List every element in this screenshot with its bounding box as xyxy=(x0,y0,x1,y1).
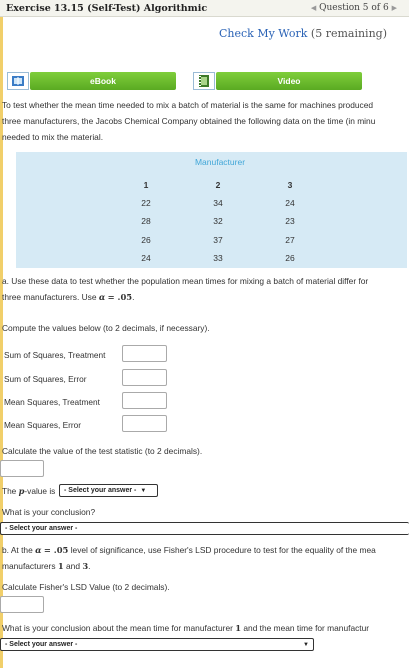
chevron-down-icon: ▼ xyxy=(140,487,147,494)
alpha-value: = .05 xyxy=(107,292,133,302)
alpha-symbol: α xyxy=(35,545,42,555)
table-header: 3 xyxy=(287,180,293,190)
pvalue-select-value: - Select your answer - xyxy=(64,487,137,494)
question-nav: ◀ Question 5 of 6 ▶ xyxy=(311,3,397,13)
ms-treatment-input[interactable] xyxy=(122,392,167,409)
part-a-period: . xyxy=(132,292,135,302)
pvalue-select[interactable]: - Select your answer - ▼ xyxy=(59,484,158,497)
compute-instructions: Compute the values below (to 2 decimals,… xyxy=(2,323,210,333)
check-my-work-link[interactable]: Check My Work xyxy=(219,27,307,40)
conclusion-question: What is your conclusion? xyxy=(2,507,96,517)
part-b-text-post: level of significance, use Fisher's LSD … xyxy=(70,545,376,555)
video-icon[interactable] xyxy=(193,72,215,90)
table-cell: 26 xyxy=(285,253,295,263)
ms-treatment-label: Mean Squares, Treatment xyxy=(4,397,100,407)
part-a-line-1: a. Use these data to test whether the po… xyxy=(2,276,369,286)
part-a-text: three manufacturers. Use xyxy=(2,292,97,302)
part-b-period: . xyxy=(88,561,91,571)
table-header: 1 xyxy=(143,180,149,190)
table-cell: 24 xyxy=(141,253,151,263)
part-b-text: b. At the xyxy=(2,545,33,555)
lsd-conclusion-select-value: - Select your answer - xyxy=(5,641,78,648)
ebook-button[interactable]: eBook xyxy=(30,72,176,90)
alpha-value: = .05 xyxy=(43,545,69,555)
prev-question-icon[interactable]: ◀ xyxy=(311,4,316,12)
exercise-title: Exercise 13.15 (Self-Test) Algorithmic xyxy=(6,3,208,14)
pvalue-text-post: -value is xyxy=(24,486,56,496)
table-cell: 28 xyxy=(141,216,151,226)
part-b-line-2: manufacturers 1 and 3. xyxy=(2,558,407,574)
next-question-icon[interactable]: ▶ xyxy=(392,4,397,12)
check-my-work: Check My Work (5 remaining) xyxy=(219,27,387,40)
table-header: 2 xyxy=(215,180,221,190)
lsd-conclusion-select[interactable]: - Select your answer - ▼ xyxy=(0,638,314,651)
and-text: and xyxy=(66,561,80,571)
table-cell: 34 xyxy=(213,198,223,208)
part-b-manufacturers: manufacturers xyxy=(2,561,56,571)
intro-line-3: needed to mix the material. xyxy=(2,132,104,142)
ss-error-label: Sum of Squares, Error xyxy=(4,374,87,384)
table-cell: 37 xyxy=(213,235,223,245)
table-cell: 23 xyxy=(285,216,295,226)
manufacturer-1: 1 xyxy=(235,623,242,633)
intro-line-1: To test whether the mean time needed to … xyxy=(2,100,374,110)
ms-error-label: Mean Squares, Error xyxy=(4,420,82,430)
intro-line-2: three manufacturers, the Jacobs Chemical… xyxy=(2,116,376,126)
table-cell: 33 xyxy=(213,253,223,263)
ss-error-input[interactable] xyxy=(122,369,167,386)
lsd-input[interactable] xyxy=(0,596,44,613)
question-counter: Question 5 of 6 xyxy=(319,3,389,13)
conclusion-select[interactable]: - Select your answer - xyxy=(0,522,409,535)
chevron-down-icon: ▼ xyxy=(303,641,309,648)
table-caption: Manufacturer xyxy=(194,157,246,167)
video-button[interactable]: Video xyxy=(216,72,362,90)
remaining-count: (5 remaining) xyxy=(310,27,387,40)
table-cell: 26 xyxy=(141,235,151,245)
part-b-line-1: b. At the α = .05 level of significance,… xyxy=(2,542,407,558)
ss-treatment-label: Sum of Squares, Treatment xyxy=(4,350,106,360)
table-cell: 32 xyxy=(213,216,223,226)
part-a-line-2: three manufacturers. Use α = .05. xyxy=(2,289,407,305)
manufacturer-1: 1 xyxy=(57,561,64,571)
table-cell: 22 xyxy=(141,198,151,208)
conclusion-select-value: - Select your answer - xyxy=(5,525,78,532)
table-cell: 27 xyxy=(285,235,295,245)
ss-treatment-input[interactable] xyxy=(122,345,167,362)
lsd-conclusion-text-post: and the mean time for manufactur xyxy=(243,623,370,633)
lsd-instructions: Calculate Fisher's LSD Value (to 2 decim… xyxy=(2,582,170,592)
pvalue-text: The xyxy=(2,486,17,496)
ms-error-input[interactable] xyxy=(122,415,167,432)
lsd-conclusion-question: What is your conclusion about the mean t… xyxy=(2,620,407,636)
test-stat-instructions: Calculate the value of the test statisti… xyxy=(2,446,203,456)
pvalue-label: The p-value is xyxy=(2,486,55,496)
test-stat-input[interactable] xyxy=(0,460,44,477)
table-cell: 24 xyxy=(285,198,295,208)
alpha-symbol: α xyxy=(98,292,106,302)
data-table xyxy=(16,152,407,268)
lsd-conclusion-text: What is your conclusion about the mean t… xyxy=(2,623,233,633)
ebook-icon[interactable] xyxy=(7,72,29,90)
